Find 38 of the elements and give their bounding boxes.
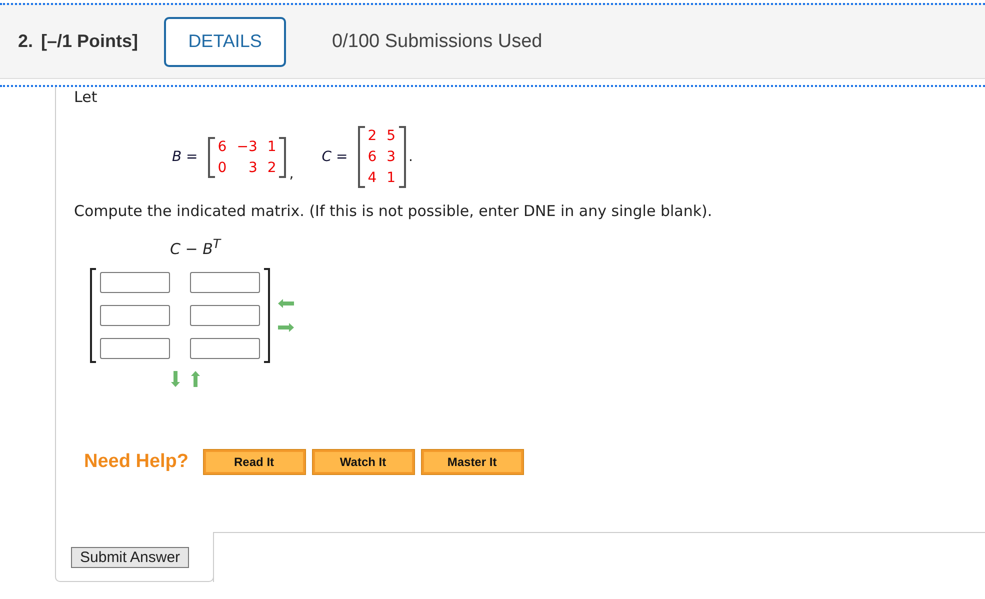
matrix-entry: 4 — [368, 170, 377, 186]
remove-column-arrow-icon[interactable] — [278, 299, 294, 308]
help-button[interactable]: Read It — [202, 449, 306, 475]
matrix-entry: 0 — [218, 160, 227, 176]
matrix-entry: −3 — [236, 138, 258, 154]
matrix-entry: 3 — [386, 149, 396, 165]
matrix-label: C = — [322, 149, 348, 165]
matrix-label: B = — [172, 149, 198, 165]
question-number: 2. — [18, 31, 34, 52]
matrix-expression: C − B$^{T}$ — [170, 236, 222, 258]
answer-field[interactable] — [100, 272, 170, 293]
need-help-label: Need Help? — [84, 451, 189, 473]
add-column-arrow-icon[interactable] — [278, 323, 294, 332]
answer-field[interactable] — [100, 338, 170, 359]
punctuation: . — [408, 149, 413, 165]
matrix-entry: 3 — [247, 160, 258, 176]
details-button[interactable]: DETAILS — [164, 16, 286, 66]
intro-text: Let — [74, 87, 98, 106]
answer-field[interactable] — [190, 305, 260, 326]
remove-row-arrow-icon[interactable] — [191, 371, 200, 387]
answer-field[interactable] — [190, 338, 260, 359]
matrix-entry: 2 — [267, 160, 276, 176]
matrix-entry: 5 — [386, 128, 396, 144]
submit-answer-button[interactable]: Submit Answer — [71, 547, 190, 568]
punctuation: , — [289, 166, 294, 182]
help-button[interactable]: Watch It — [312, 449, 415, 475]
answer-field[interactable] — [190, 272, 260, 293]
help-button[interactable]: Master It — [420, 449, 524, 475]
points-label: [–/1 Points] — [41, 31, 138, 52]
submissions-count: 0/100 Submissions Used — [332, 30, 542, 52]
matrix-entry: 1 — [267, 138, 276, 154]
matrix-entry: 6 — [368, 149, 377, 165]
matrix-entry: 2 — [368, 128, 377, 144]
instruction-text: Compute the indicated matrix. (If this is not possible, enter DNE in any single blank). — [74, 202, 714, 220]
matrix-entry: 1 — [386, 170, 396, 186]
answer-field[interactable] — [100, 305, 170, 326]
matrix-entry: 6 — [218, 138, 227, 154]
add-row-arrow-icon[interactable] — [171, 371, 180, 387]
